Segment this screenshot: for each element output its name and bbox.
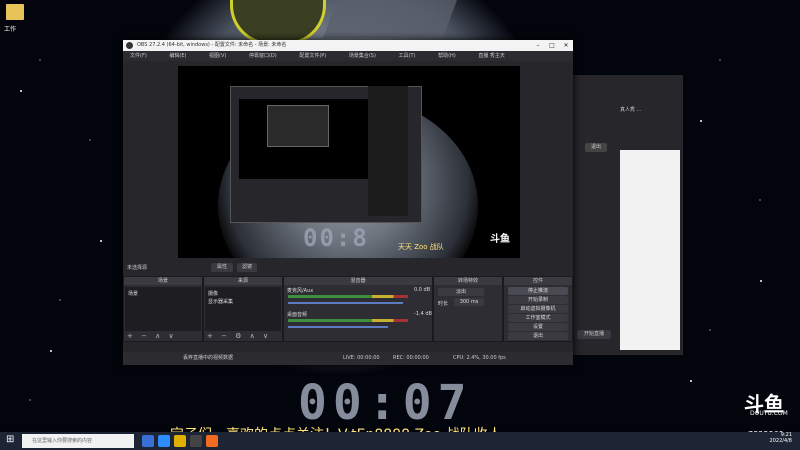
exit-button[interactable]: 退出 xyxy=(508,332,568,340)
source-item[interactable]: 摄像 xyxy=(208,290,218,297)
obs-window: OBS 27.2.4 (64-bit, windows) - 配置文件: 未命名… xyxy=(123,40,573,365)
settings-button[interactable]: 设置 xyxy=(508,323,568,331)
preview-watermark: 天天 Zoo 战队 xyxy=(398,243,444,251)
source-item[interactable]: 显示器采集 xyxy=(208,298,233,305)
menu-live[interactable]: 直播 秀主天 xyxy=(478,53,505,59)
menu-tools[interactable]: 工具(T) xyxy=(399,53,416,59)
mixer-dock: 混音器 麦克风/Aux 0.0 dB 桌面音频 -1.4 dB xyxy=(283,276,433,342)
source-toolbar[interactable]: + − ⚙ ∧ ∨ xyxy=(207,332,271,340)
menu-file[interactable]: 文件(F) xyxy=(130,53,147,59)
dock-title: 场景 xyxy=(124,277,202,285)
satellite-illustration xyxy=(230,0,326,45)
menu-help[interactable]: 帮助(H) xyxy=(438,53,456,59)
audio-meter xyxy=(288,295,408,298)
virtual-camera-button[interactable]: 启动虚拟摄像机 xyxy=(508,305,568,313)
mixer-channel-name: 桌面音频 xyxy=(287,312,308,318)
clock-date: 2022/4/8 xyxy=(769,438,792,444)
explorer-icon[interactable] xyxy=(174,435,186,447)
menu-view[interactable]: 视图(V) xyxy=(209,53,226,59)
status-cpu: CPU: 2.4%, 30.00 fps xyxy=(453,355,506,361)
window-title: OBS 27.2.4 (64-bit, windows) - 配置文件: 未命名… xyxy=(123,40,573,51)
douyu-client-title: 真人秀 ... xyxy=(620,107,642,113)
preview-logo: 斗鱼 xyxy=(490,234,510,245)
stop-streaming-button[interactable]: 停止推流 xyxy=(508,287,568,295)
douyu-taskbar-icon[interactable] xyxy=(206,435,218,447)
status-live: LIVE: 00:00:00 xyxy=(343,355,380,361)
scene-toolbar[interactable]: + − ∧ ∨ xyxy=(127,332,177,340)
menu-docks[interactable]: 停靠窗口(D) xyxy=(249,53,277,59)
task-view-icon[interactable] xyxy=(142,435,154,447)
dock-title: 来源 xyxy=(204,277,282,285)
nested-preview-inner xyxy=(267,105,329,147)
mixer-channel-db: -1.4 dB xyxy=(414,311,432,317)
mixer-channel-name: 麦克风/Aux xyxy=(287,288,314,294)
properties-button[interactable]: 属性 xyxy=(211,263,233,272)
menu-scene-collection[interactable]: 场景集合(S) xyxy=(349,53,376,59)
transition-select[interactable]: 淡出 xyxy=(438,288,484,296)
scenes-dock: 场景 场景 + − ∧ ∨ xyxy=(123,276,203,342)
start-live-button[interactable]: 开始直播 xyxy=(577,330,611,339)
dock-title: 控件 xyxy=(504,277,572,285)
start-recording-button[interactable]: 开始录制 xyxy=(508,296,568,304)
duration-label: 时长 xyxy=(438,301,449,307)
close-icon[interactable]: ✕ xyxy=(559,40,573,51)
satellite-panel xyxy=(323,0,457,38)
sources-dock: 来源 摄像 显示器采集 + − ⚙ ∧ ∨ xyxy=(203,276,283,342)
douyu-client-chat-panel xyxy=(620,150,680,350)
menu-edit[interactable]: 编辑(E) xyxy=(169,53,186,59)
transitions-dock: 转场特效 淡出 时长 300 ms xyxy=(433,276,503,342)
source-list: 摄像 显示器采集 xyxy=(205,287,281,331)
taskbar-clock[interactable]: 9:21 2022/4/8 xyxy=(752,432,792,444)
obs-taskbar-icon[interactable] xyxy=(190,435,202,447)
folder-icon[interactable] xyxy=(6,4,24,20)
volume-slider[interactable] xyxy=(288,326,388,328)
mixer-channel-db: 0.0 dB xyxy=(414,287,431,293)
preview-canvas[interactable]: 00:8 天天 Zoo 战队 斗鱼 xyxy=(178,66,520,258)
overlay-timer: 00:07 xyxy=(298,375,473,430)
duration-input[interactable]: 300 ms xyxy=(454,298,484,306)
status-bar: 丢弃直播中的视频数据 LIVE: 00:00:00 REC: 00:00:00 … xyxy=(123,352,573,365)
douyu-domain: DOUYU.COM xyxy=(750,410,788,417)
volume-slider[interactable] xyxy=(288,302,403,304)
minimize-icon[interactable]: – xyxy=(531,40,545,51)
exit-button[interactable]: 退出 xyxy=(585,143,607,152)
scene-item[interactable]: 场景 xyxy=(128,290,138,297)
controls-dock: 控件 停止推流 开始录制 启动虚拟摄像机 工作室模式 设置 退出 xyxy=(503,276,573,342)
source-toolbar xyxy=(123,262,573,274)
maximize-icon[interactable]: □ xyxy=(545,40,559,51)
menu-bar: 文件(F) 编辑(E) 视图(V) 停靠窗口(D) 配置文件(P) 场景集合(S… xyxy=(123,51,573,61)
status-warning: 丢弃直播中的视频数据 xyxy=(183,355,234,361)
obs-logo-icon xyxy=(126,42,133,49)
nested-panel xyxy=(368,86,408,216)
preview-timer: 00:8 xyxy=(303,224,369,252)
filters-button[interactable]: 滤镜 xyxy=(237,263,257,272)
folder-label: 工作 xyxy=(4,26,17,33)
windows-start-icon[interactable]: ⊞ xyxy=(6,435,16,445)
nested-preview xyxy=(239,99,369,179)
dock-title: 转场特效 xyxy=(434,277,502,285)
taskbar-search-input[interactable]: 在这里输入你要搜索的内容 xyxy=(22,434,134,448)
status-rec: REC: 00:00:00 xyxy=(393,355,429,361)
dock-title: 混音器 xyxy=(284,277,432,285)
studio-mode-button[interactable]: 工作室模式 xyxy=(508,314,568,322)
audio-meter xyxy=(288,319,408,322)
edge-icon[interactable] xyxy=(158,435,170,447)
scene-list: 场景 xyxy=(125,287,201,331)
no-source-label: 未选择源 xyxy=(127,265,148,271)
menu-profile[interactable]: 配置文件(P) xyxy=(299,53,326,59)
